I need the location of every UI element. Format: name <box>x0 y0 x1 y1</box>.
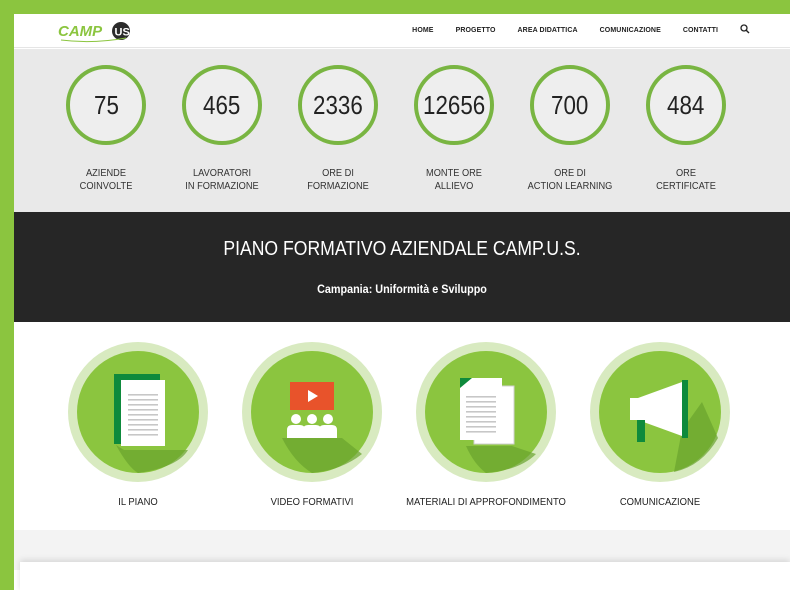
nav-area-didattica[interactable]: AREA DIDATTICA <box>518 27 578 34</box>
stat-value: 12656 <box>422 89 486 120</box>
site-header: CAMP US HOME PROGETTO AREA DIDATTICA COM… <box>14 14 790 48</box>
stat-aziende: 75 AZIENDE COINVOLTE <box>48 49 164 212</box>
stat-circle: 465 <box>182 65 262 145</box>
browser-frame: CAMP US HOME PROGETTO AREA DIDATTICA COM… <box>0 0 790 590</box>
document-icon[interactable] <box>68 342 208 482</box>
stat-label: ORE DI FORMAZIONE <box>307 167 369 192</box>
page: CAMP US HOME PROGETTO AREA DIDATTICA COM… <box>14 14 790 590</box>
accent-border-top <box>0 0 790 14</box>
stat-circle: 484 <box>646 65 726 145</box>
stat-label: MONTE ORE ALLIEVO <box>426 167 482 192</box>
stat-value: 75 <box>93 89 119 120</box>
nav-contatti[interactable]: CONTATTI <box>683 27 718 34</box>
feature-label: COMUNICAZIONE <box>619 496 701 508</box>
stat-ore-formazione: 2336 ORE DI FORMAZIONE <box>280 49 396 212</box>
feature-comunicazione[interactable]: COMUNICAZIONE <box>568 322 740 530</box>
stat-label: ORE CERTIFICATE <box>656 167 716 192</box>
stat-circle: 12656 <box>414 65 494 145</box>
megaphone-icon[interactable] <box>590 342 730 482</box>
nav-home[interactable]: HOME <box>412 27 433 34</box>
accent-border-left <box>0 0 14 590</box>
feature-label: MATERIALI DI APPROFONDIMENTO <box>406 496 566 508</box>
stat-value: 700 <box>551 89 589 120</box>
documents-stack-icon[interactable] <box>416 342 556 482</box>
feature-video-formativi[interactable]: VIDEO FORMATIVI <box>220 322 392 530</box>
stat-value: 465 <box>203 89 241 120</box>
feature-il-piano[interactable]: IL PIANO <box>46 322 218 530</box>
stat-lavoratori: 465 LAVORATORI IN FORMAZIONE <box>164 49 280 212</box>
stat-circle: 700 <box>530 65 610 145</box>
stat-label: AZIENDE COINVOLTE <box>79 167 133 192</box>
stat-value: 484 <box>667 89 705 120</box>
video-audience-icon[interactable] <box>242 342 382 482</box>
feature-label: VIDEO FORMATIVI <box>270 496 354 508</box>
nav-progetto[interactable]: PROGETTO <box>456 27 496 34</box>
stat-circle: 2336 <box>298 65 378 145</box>
stat-value: 2336 <box>313 89 363 120</box>
stat-label: ORE DI ACTION LEARNING <box>527 167 613 192</box>
stat-label: LAVORATORI IN FORMAZIONE <box>185 167 259 192</box>
feature-label: IL PIANO <box>118 496 158 508</box>
page-subtitle: Campania: Uniformità e Sviluppo <box>317 282 487 296</box>
hero-band: PIANO FORMATIVO AZIENDALE CAMP.U.S. Camp… <box>14 212 790 322</box>
feature-materiali[interactable]: MATERIALI DI APPROFONDIMENTO <box>394 322 566 530</box>
svg-text:CAMP: CAMP <box>58 23 103 40</box>
page-title: PIANO FORMATIVO AZIENDALE CAMP.U.S. <box>223 238 581 260</box>
main-nav: HOME PROGETTO AREA DIDATTICA COMUNICAZIO… <box>390 24 750 35</box>
stat-monte-ore: 12656 MONTE ORE ALLIEVO <box>396 49 512 212</box>
search-icon[interactable] <box>740 24 750 34</box>
stats-section: 75 AZIENDE COINVOLTE 465 LAVORATORI IN F… <box>14 49 790 212</box>
campus-logo[interactable]: CAMP US <box>58 21 144 43</box>
nav-comunicazione[interactable]: COMUNICAZIONE <box>600 27 661 34</box>
stat-action-learning: 700 ORE DI ACTION LEARNING <box>512 49 628 212</box>
svg-text:US: US <box>115 27 130 39</box>
features-section: IL PIANO VIDEO FORMATIVI MATERIALI DI AP… <box>14 322 790 530</box>
stat-circle: 75 <box>66 65 146 145</box>
stat-ore-certificate: 484 ORE CERTIFICATE <box>628 49 744 212</box>
content-box <box>20 562 790 590</box>
